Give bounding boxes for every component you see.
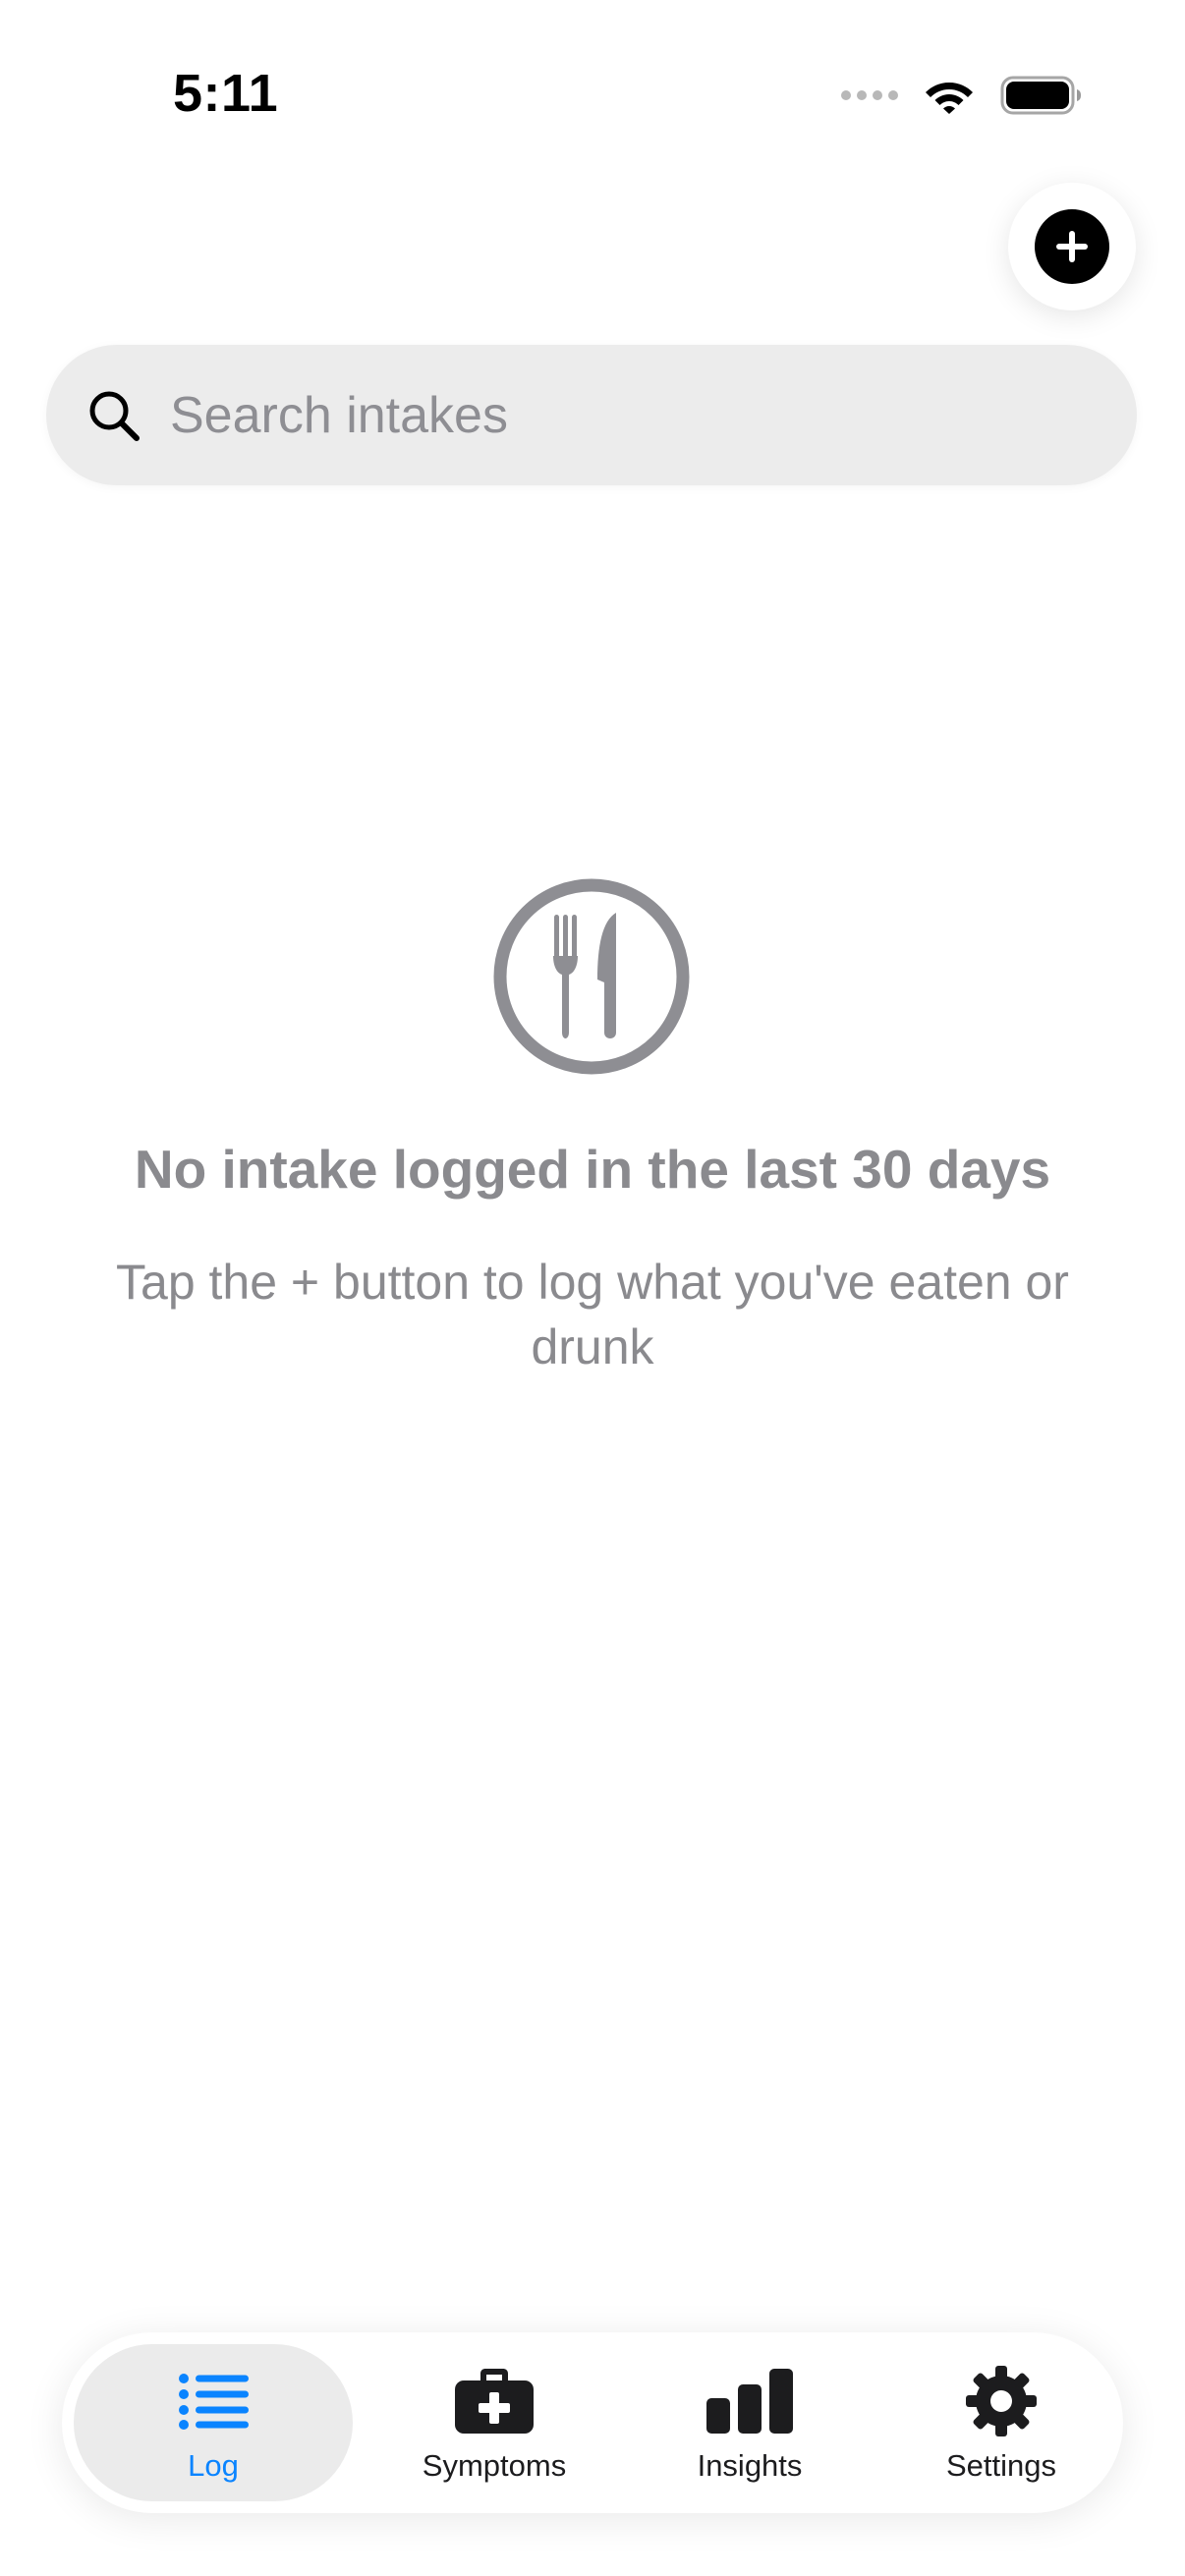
fork-knife-icon [493, 878, 690, 1075]
gear-icon [965, 2366, 1038, 2436]
empty-state-title: No intake logged in the last 30 days [134, 1139, 1051, 1200]
plus-circle-icon [1035, 209, 1109, 284]
search-bar[interactable] [46, 345, 1137, 485]
tab-label: Log [188, 2448, 239, 2483]
battery-icon [1000, 76, 1081, 115]
list-icon [178, 2366, 249, 2436]
empty-state-subtitle: Tap the + button to log what you've eate… [116, 1255, 1069, 1374]
tab-symptoms[interactable]: Symptoms [386, 2344, 602, 2501]
search-input[interactable] [168, 384, 1056, 446]
screen: 5:11 Search intakes No intake logged in … [0, 0, 1185, 2576]
bar-chart-icon [706, 2366, 793, 2436]
tab-insights[interactable]: Insights [642, 2344, 858, 2501]
medical-kit-icon [455, 2366, 534, 2436]
tab-bar: Log Symptoms Insights Settings [62, 2332, 1123, 2513]
status-time: 5:11 [173, 64, 279, 123]
search-icon [85, 387, 142, 444]
tab-log[interactable]: Log [74, 2344, 353, 2501]
status-icons [841, 71, 1083, 120]
add-intake-button[interactable] [1008, 183, 1136, 310]
tab-label: Insights [697, 2448, 803, 2483]
tab-label: Settings [945, 2448, 1056, 2483]
tab-settings[interactable]: Settings [893, 2344, 1109, 2501]
wifi-icon [926, 83, 973, 114]
cellular-signal-icon [841, 90, 898, 100]
tab-label: Symptoms [422, 2448, 567, 2483]
